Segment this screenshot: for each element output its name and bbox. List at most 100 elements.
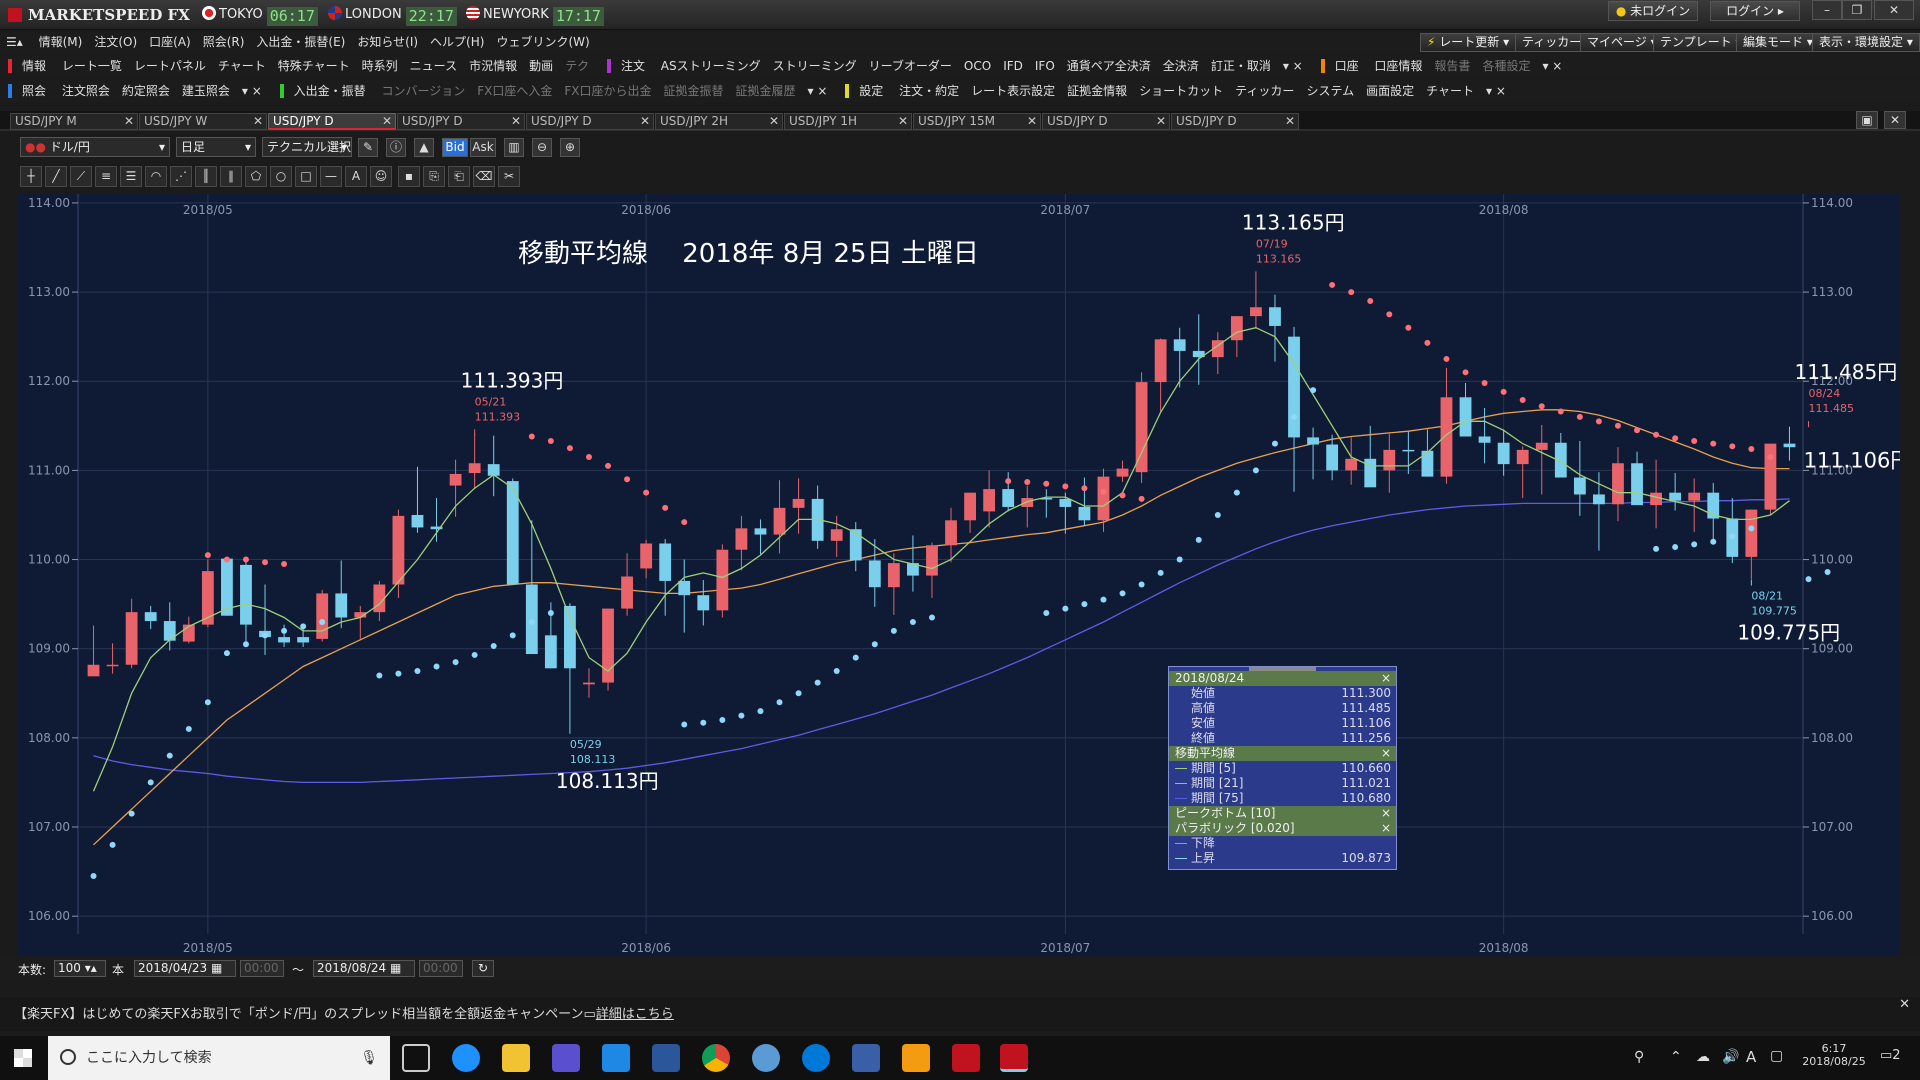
tab-usdjpy-m[interactable]: USD/JPY M ✕ [10,113,138,130]
close-window-button[interactable]: ✕ [1874,0,1914,20]
eraser-tool-icon[interactable]: ⌫ [473,166,495,187]
conversion-button[interactable]: コンバージョン [375,80,471,102]
transfer-more-icon[interactable]: ▾ × [802,80,834,102]
margin-transfer-button[interactable]: 証拠金振替 [657,80,729,102]
info-icon[interactable]: ⓘ [386,138,406,157]
menu-info[interactable]: 情報(M) [33,31,89,53]
screen-settings-button[interactable]: 画面設定 [1360,80,1420,102]
close-tab-icon[interactable]: ✕ [640,114,650,129]
time-series-button[interactable]: 時系列 [356,55,404,77]
tab-usdjpy-2h[interactable]: USD/JPY 2H ✕ [655,113,783,130]
special-chart-button[interactable]: 特殊チャート [272,55,356,77]
tab-usdjpy-d-active[interactable]: USD/JPY D ✕ [268,113,396,130]
screenshot-tool-icon[interactable]: ▪ [398,166,420,187]
close-tab-icon[interactable]: ✕ [511,114,521,129]
close-news-icon[interactable]: ✕ [1899,997,1910,1012]
menu-notice[interactable]: お知らせ(I) [351,31,424,53]
tab-usdjpy-d[interactable]: USD/JPY D ✕ [1042,113,1170,130]
vertical-lines-tool-icon[interactable]: ║ [195,166,217,187]
fan-tool-icon[interactable]: ⋰ [170,166,192,187]
calendar-icon[interactable]: ▦ [211,961,222,975]
close-icon[interactable]: × [1381,821,1391,835]
tab-usdjpy-1h[interactable]: USD/JPY 1H ✕ [784,113,912,130]
chrome-icon[interactable] [702,1044,730,1072]
rate-panel-button[interactable]: レートパネル [128,55,212,77]
ask-toggle[interactable]: Ask [470,138,496,157]
tab-usdjpy-d[interactable]: USD/JPY D ✕ [1171,113,1299,130]
tab-usdjpy-w[interactable]: USD/JPY W ✕ [139,113,267,130]
settings-button[interactable]: 各種設定 [1476,55,1536,77]
margin-info-button[interactable]: 証拠金情報 [1061,80,1133,102]
order-inquiry-button[interactable]: 注文照会 [56,80,116,102]
video-button[interactable]: 動画 [523,55,559,77]
close-tab-icon[interactable]: ✕ [124,114,134,129]
ifo-button[interactable]: IFO [1029,55,1061,77]
erase-all-tool-icon[interactable]: ✂ [498,166,520,187]
close-tab-icon[interactable]: ✕ [769,114,779,129]
parallel-tool-icon[interactable]: ∥ [220,166,242,187]
paste-tool-icon[interactable]: ⎗ [448,166,470,187]
deposit-to-fx-button[interactable]: FX口座へ入金 [471,80,558,102]
windows-start-icon[interactable] [14,1049,32,1067]
menu-order[interactable]: 注文(O) [88,31,143,53]
task-view-icon[interactable] [402,1044,430,1072]
execution-inquiry-button[interactable]: 約定照会 [116,80,176,102]
menu-toggle-icon[interactable]: ☰▴ [0,31,29,53]
close-panel-icon[interactable]: ✕ [1884,111,1906,129]
tab-usdjpy-15m[interactable]: USD/JPY 15M ✕ [913,113,1041,130]
from-time-input[interactable]: 00:00 [240,960,284,977]
tray-chevron-icon[interactable]: ⌃ [1670,1049,1682,1065]
news-link[interactable]: 詳細はこちら [596,1007,674,1022]
timeframe-select[interactable]: 日足 ▾ [176,137,256,157]
order-more-icon[interactable]: ▾ × [1277,55,1309,77]
marketspeed-fx-icon[interactable] [1000,1044,1028,1072]
login-button[interactable]: ログイン ▸ [1710,1,1800,21]
account-info-button[interactable]: 口座情報 [1368,55,1428,77]
people-icon[interactable]: ⚲ [1634,1049,1644,1065]
leave-order-button[interactable]: リーブオーダー [863,55,958,77]
microphone-icon[interactable]: 🎙 [360,1036,378,1080]
paint-icon[interactable] [752,1044,780,1072]
store-app-icon[interactable] [602,1044,630,1072]
pair-settle-button[interactable]: 通貨ペア全決済 [1061,55,1157,77]
arc-tool-icon[interactable]: ◠ [145,166,167,187]
calendar-icon[interactable]: ▦ [390,961,401,975]
rectangle-tool-icon[interactable]: □ [295,166,317,187]
shortcut-button[interactable]: ショートカット [1133,80,1229,102]
zoom-out-icon[interactable]: ⊖ [532,138,552,157]
horizontal-lines-tool-icon[interactable]: ≡ [95,166,117,187]
order-execution-settings-button[interactable]: 注文・約定 [893,80,965,102]
oco-button[interactable]: OCO [958,55,997,77]
mypage-dropdown[interactable]: マイページ ▾ [1580,33,1664,52]
settings-more-icon[interactable]: ▾ × [1480,80,1512,102]
position-inquiry-button[interactable]: 建玉照会 [176,80,236,102]
system-button[interactable]: システム [1300,80,1360,102]
to-date-input[interactable]: 2018/08/24 ▦ [313,960,415,977]
close-tab-icon[interactable]: ✕ [253,114,263,129]
withdraw-from-fx-button[interactable]: FX口座から出金 [558,80,657,102]
icon-tool-icon[interactable]: ☺ [370,166,392,187]
ime-indicator[interactable]: A [1746,1048,1756,1066]
close-icon[interactable]: × [1381,806,1391,820]
menu-weblink[interactable]: ウェブリンク(W) [490,31,595,53]
ie-browser-icon[interactable] [452,1044,480,1072]
account-more-icon[interactable]: ▾ × [1536,55,1568,77]
from-date-input[interactable]: 2018/04/23 ▦ [134,960,236,977]
template-dropdown[interactable]: テンプレート ▾ [1653,33,1749,52]
ray-tool-icon[interactable]: ⟋ [70,166,92,187]
chart-type-icon[interactable]: ▥ [504,138,524,157]
bar-count-select[interactable]: 100 ▾▴ [54,960,106,977]
close-tab-icon[interactable]: ✕ [898,114,908,129]
amend-cancel-button[interactable]: 訂正・取消 [1205,55,1277,77]
pentagon-tool-icon[interactable]: ⬠ [245,166,267,187]
copy-tool-icon[interactable]: ⎘ [423,166,445,187]
hline-tool-icon[interactable]: — [320,166,342,187]
tab-usdjpy-d[interactable]: USD/JPY D ✕ [397,113,525,130]
data-window-panel[interactable]: 2018/08/24 × 始値 111.300 高値 111.485 安値 111.10… [1168,666,1397,870]
technical-select[interactable]: テクニカル選択 ▾ [262,137,352,157]
technical-button[interactable]: テク [559,55,595,77]
edge-icon[interactable] [802,1044,830,1072]
to-time-input[interactable]: 00:00 [419,960,463,977]
close-tab-icon[interactable]: ✕ [1285,114,1295,129]
inquiry-more-icon[interactable]: ▾ × [236,80,268,102]
